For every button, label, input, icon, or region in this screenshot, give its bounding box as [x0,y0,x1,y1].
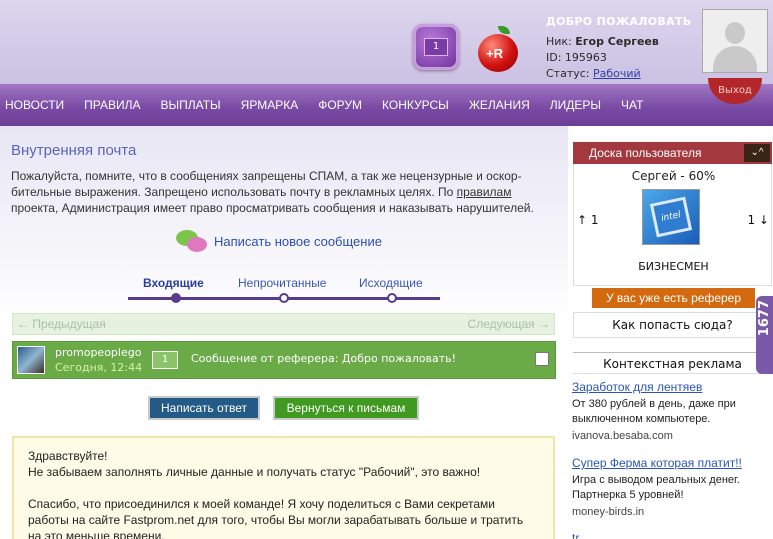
avatar-head [725,22,745,44]
nav-item-chat[interactable]: ЧАТ [621,84,643,126]
main-nav: НОВОСТИ ПРАВИЛА ВЫПЛАТЫ ЯРМАРКА ФОРУМ КО… [0,84,773,126]
rank-image: intel [642,189,700,245]
compose-new-message-button[interactable]: Написать новое сообщение [176,228,382,254]
apple-label: +R [486,46,503,61]
chat-bubbles-icon [176,228,208,254]
collapse-arrows-icon[interactable]: ⌄^ [744,144,770,162]
nav-item-wishes[interactable]: ЖЕЛАНИЯ [469,84,530,126]
message-subject[interactable]: Сообщение от реферера: Добро пожаловать! [191,352,456,365]
nick-label: Ник: [546,35,572,48]
reply-button[interactable]: Написать ответ [148,396,260,420]
ad-item: tr... [572,531,772,539]
vote-up[interactable]: ↑ 1 [577,213,599,227]
nav-item-fair[interactable]: ЯРМАРКА [241,84,299,126]
avatar-shoulders [713,46,757,72]
page-title: Внутренняя почта [11,142,137,159]
rules-link[interactable]: правилам [457,185,512,199]
letter-body: Здравствуйте! Не забываем заполнять личн… [12,436,555,539]
welcome-title: ДОБРО ПОЖАЛОВАТЬ [546,15,692,28]
tab-inbox-dot [171,293,181,303]
nav-item-rules[interactable]: ПРАВИЛА [84,84,140,126]
id-value: 195963 [564,51,607,64]
nav-item-news[interactable]: НОВОСТИ [5,84,64,126]
visitor-counter[interactable]: 1677 [756,296,773,374]
context-ads-title: Контекстная реклама [573,352,772,374]
site-header: 1 +R ДОБРО ПОЖАЛОВАТЬ Ник: Егор Сергеев … [0,0,773,84]
apple-leaf [498,26,510,34]
user-board-title: Доска пользователя [589,146,702,160]
vote-down[interactable]: 1 ↓ [747,213,769,227]
letter-line-2: Не забываем заполнять личные данные и по… [28,465,481,479]
tab-outbox-dot [387,293,397,303]
sender-avatar [17,346,45,374]
pager-prev[interactable]: ← Предыдущая [17,314,106,334]
chip-icon: intel [649,196,693,238]
messages-count: 1 [424,38,448,56]
main-content: Внутренняя почта Пожалуйста, помните, чт… [0,126,568,539]
id-label: ID: [546,51,562,64]
ad-title[interactable]: Супер Ферма которая платит!! [572,456,772,471]
user-welcome: ДОБРО ПОЖАЛОВАТЬ Ник: Егор Сергеев ID: 1… [546,14,691,82]
id-row: ID: 195963 [546,50,691,66]
ad-item: Супер Ферма которая платит!! Игра с выво… [572,456,772,520]
messages-badge-icon[interactable]: 1 [413,24,459,70]
nick-value: Егор Сергеев [575,35,659,48]
ad-url[interactable]: ivanova.besaba.com [572,429,772,444]
apple-rating-icon[interactable]: +R [476,26,520,72]
letter-line-3: Спасибо, что присоединился к моей команд… [28,497,524,539]
pager-next[interactable]: Следующая → [468,314,550,334]
message-row[interactable]: promopeoplego Сегодня, 12:44 1 Сообщение… [12,341,556,379]
mail-rules-notice: Пожалуйста, помните, что в сообщениях за… [11,168,561,216]
rank-chip-label: intel [660,210,682,224]
ad-url[interactable]: money-birds.in [572,505,772,520]
message-checkbox[interactable] [535,352,549,366]
ad-title[interactable]: tr... [572,531,772,539]
how-to-get-here-link[interactable]: Как попасть сюда? [573,312,772,338]
back-to-letters-button[interactable]: Вернуться к письмам [273,396,419,420]
rank-name: БИЗНЕСМЕН [638,260,709,273]
ad-text: Игра с выводом реальных денег. Партнерка… [572,474,740,501]
letter-line-1: Здравствуйте! [28,449,108,463]
tab-inbox[interactable]: Входящие [143,276,204,290]
nav-item-payouts[interactable]: ВЫПЛАТЫ [161,84,221,126]
notice-text-1: Пожалуйста, помните, что в сообщениях за… [11,169,522,199]
user-board-header: Доска пользователя ⌄^ [573,142,772,164]
compose-label: Написать новое сообщение [214,233,382,249]
tab-unread-dot [279,293,289,303]
avatar[interactable] [702,9,768,73]
referrer-button[interactable]: У вас уже есть реферер [592,288,755,308]
nick-row: Ник: Егор Сергеев [546,34,691,50]
tab-unread[interactable]: Непрочитанные [238,276,326,290]
mail-tabs: Входящие Непрочитанные Исходящие [128,276,440,306]
nav-item-forum[interactable]: ФОРУМ [318,84,362,126]
status-link[interactable]: Рабочий [593,67,641,80]
sender-name[interactable]: promopeoplego [55,346,141,359]
tab-outbox[interactable]: Исходящие [359,276,423,290]
nav-item-contests[interactable]: КОНКУРСЫ [382,84,449,126]
board-user-line: Сергей - 60% [631,169,716,183]
nav-item-leaders[interactable]: ЛИДЕРЫ [550,84,601,126]
user-board: Сергей - 60% ↑ 1 intel 1 ↓ БИЗНЕСМЕН [573,164,772,286]
ad-title[interactable]: Заработок для лентяев [572,380,772,395]
pager: ← Предыдущая Следующая → [12,313,555,335]
ad-text: От 380 рублей в день, даже при выключенн… [572,398,736,425]
message-date: Сегодня, 12:44 [55,361,143,374]
sidebar: Доска пользователя ⌄^ Сергей - 60% ↑ 1 i… [572,126,773,539]
notice-text-2: проекта, Администрация имеет право просм… [11,201,534,215]
status-label: Статус: [546,67,590,80]
counter-value: 1677 [757,300,772,337]
message-count: 1 [152,351,178,369]
ad-item: Заработок для лентяев От 380 рублей в де… [572,380,772,444]
status-row: Статус: Рабочий [546,66,691,82]
